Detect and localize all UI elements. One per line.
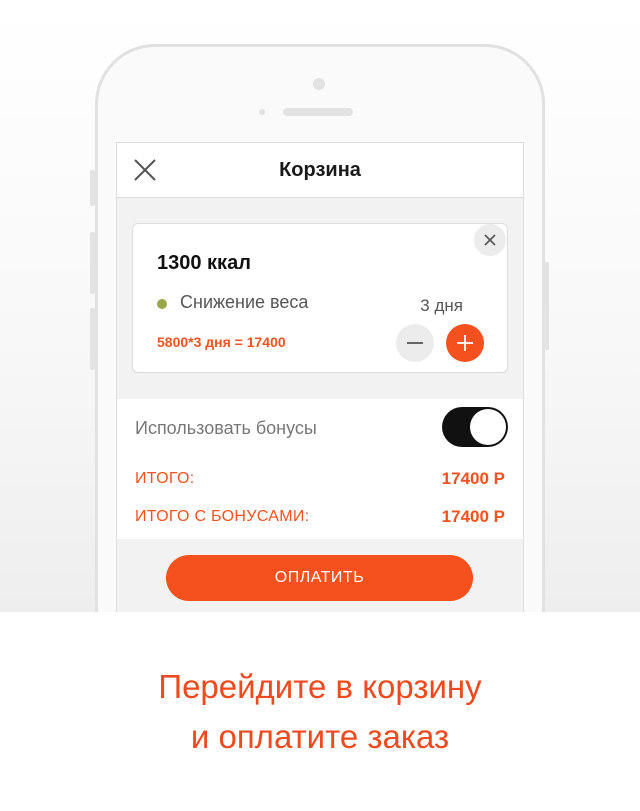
app-screen: Корзина 1300 ккал Снижение веса 3 дня 58…	[116, 142, 524, 612]
promo-caption: Перейдите в корзину и оплатите заказ	[0, 662, 640, 762]
remove-item-icon	[484, 234, 496, 246]
phone-power-button	[544, 262, 549, 350]
use-bonuses-label: Использовать бонусы	[135, 418, 317, 438]
phone-camera	[313, 78, 325, 90]
minus-icon	[407, 342, 423, 344]
goal-indicator-dot	[157, 299, 167, 309]
bonus-total-label: ИТОГО С БОНУСАМИ:	[135, 508, 310, 525]
total-label: ИТОГО:	[135, 470, 195, 487]
caption-line-1: Перейдите в корзину	[158, 668, 482, 705]
cart-item-card: 1300 ккал Снижение веса 3 дня 5800*3 дня…	[132, 223, 508, 373]
total-value: 17400 Р	[441, 469, 505, 488]
bonus-total-value: 17400 Р	[441, 507, 505, 526]
toggle-knob	[470, 409, 506, 445]
phone-volume-down	[90, 308, 95, 370]
phone-speaker	[283, 108, 353, 116]
item-calories: 1300 ккал	[157, 252, 251, 274]
phone-volume-up	[90, 232, 95, 294]
phone-sensor	[259, 109, 265, 115]
decrease-days-button[interactable]	[396, 324, 434, 362]
item-price-formula: 5800*3 дня = 17400	[157, 334, 286, 350]
item-goal: Снижение веса	[180, 292, 309, 312]
increase-days-button[interactable]	[446, 324, 484, 362]
use-bonuses-toggle[interactable]	[442, 407, 508, 447]
caption-line-2: и оплатите заказ	[190, 718, 450, 755]
remove-item-button[interactable]	[474, 224, 506, 256]
bonus-and-totals-section: Использовать бонусы ИТОГО: 17400 Р ИТОГО…	[117, 399, 523, 539]
plus-icon	[457, 335, 473, 351]
navigation-bar: Корзина	[117, 142, 523, 198]
phone-mute-switch	[90, 170, 95, 206]
item-days: 3 дня	[420, 296, 463, 315]
page-title: Корзина	[279, 159, 361, 181]
promo-background: Корзина 1300 ккал Снижение веса 3 дня 58…	[0, 0, 640, 612]
pay-button[interactable]: ОПЛАТИТЬ	[166, 555, 473, 601]
